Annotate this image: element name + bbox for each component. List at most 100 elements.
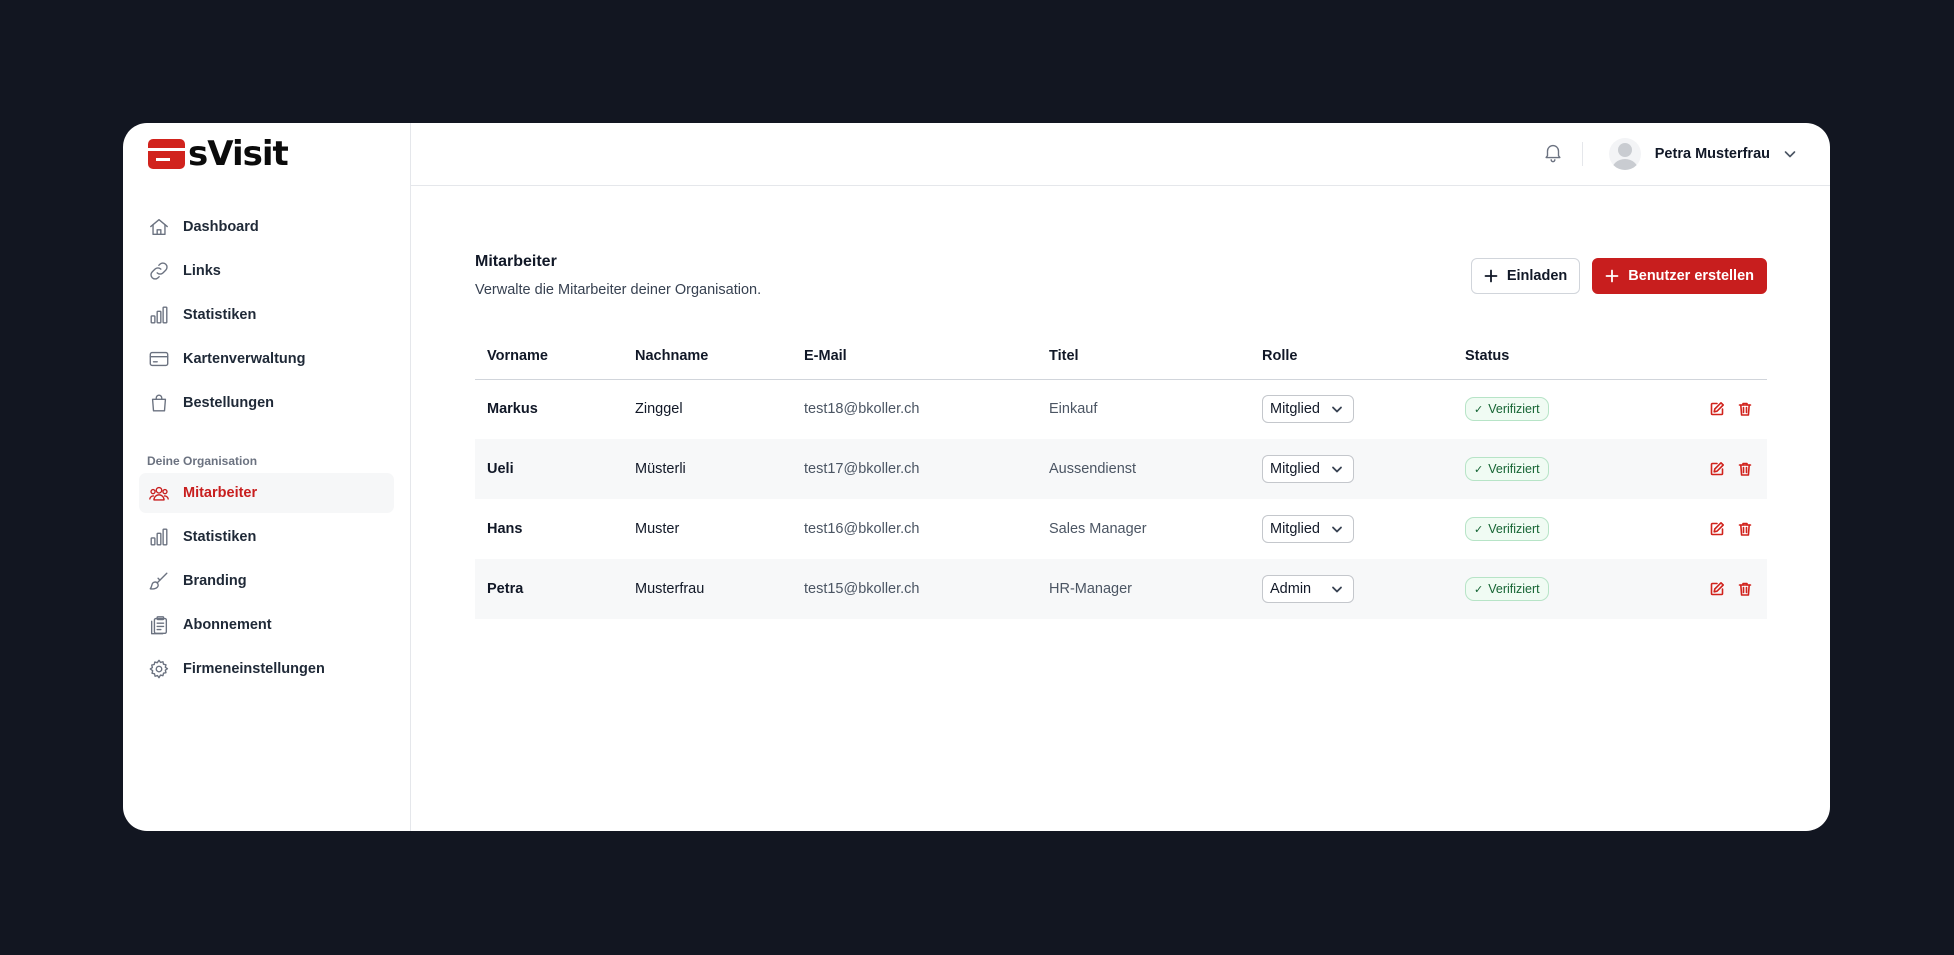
trash-icon[interactable] [1737, 581, 1753, 597]
sidebar-item-abonnement[interactable]: Abonnement [139, 605, 394, 645]
edit-icon[interactable] [1709, 581, 1725, 597]
role-select-value: Mitglied [1270, 401, 1320, 418]
sidebar-item-branding[interactable]: Branding [139, 561, 394, 601]
logo[interactable]: sVisit [148, 134, 289, 174]
column-header-vorname[interactable]: Vorname [475, 333, 623, 380]
sidebar-item-dashboard[interactable]: Dashboard [139, 207, 394, 247]
trash-icon[interactable] [1737, 401, 1753, 417]
table-row: Markus Zinggel test18@bkoller.ch Einkauf… [475, 379, 1767, 439]
trash-icon[interactable] [1737, 461, 1753, 477]
chevron-down-icon [1332, 526, 1342, 533]
org-nav: Mitarbeiter Statistiken Branding Abonnem… [139, 473, 394, 693]
sidebar-item-label: Links [183, 263, 221, 279]
plus-icon [1605, 269, 1619, 283]
chevron-down-icon [1782, 146, 1798, 162]
role-select-value: Mitglied [1270, 461, 1320, 477]
cell-email: test15@bkoller.ch [792, 559, 1037, 619]
cell-titel: HR-Manager [1037, 559, 1250, 619]
cell-actions [1623, 439, 1767, 499]
clipboard-icon [147, 613, 171, 637]
plus-icon [1484, 269, 1498, 283]
sidebar-item-label: Kartenverwaltung [183, 351, 306, 367]
sidebar-item-statistiken[interactable]: Statistiken [139, 295, 394, 335]
bar-chart-icon [147, 303, 171, 327]
cell-vorname: Hans [487, 521, 523, 537]
user-name: Petra Musterfrau [1654, 146, 1770, 162]
users-icon [147, 481, 171, 505]
home-icon [147, 215, 171, 239]
table-row: Petra Musterfrau test15@bkoller.ch HR-Ma… [475, 559, 1767, 619]
cell-nachname: Müsterli [623, 439, 792, 499]
brush-icon [147, 569, 171, 593]
bell-icon[interactable] [1542, 141, 1564, 163]
role-select[interactable]: Admin [1262, 575, 1354, 603]
role-select[interactable]: Mitglied [1262, 395, 1354, 424]
check-icon: ✓ [1474, 583, 1484, 596]
app-window: sVisit Dashboard Links Statistiken Karte… [123, 123, 1830, 831]
edit-icon[interactable] [1709, 461, 1725, 477]
table-row: Hans Muster test16@bkoller.ch Sales Mana… [475, 499, 1767, 559]
cell-actions [1623, 559, 1767, 619]
column-header-status[interactable]: Status [1453, 333, 1623, 380]
main-nav: Dashboard Links Statistiken Kartenverwal… [139, 207, 394, 427]
logo-text: sVisit [188, 134, 289, 174]
column-header-actions [1623, 333, 1767, 380]
sidebar-item-label: Mitarbeiter [183, 485, 258, 501]
cell-status: ✓ Verifiziert [1453, 499, 1623, 559]
cell-rolle: Mitglied [1250, 499, 1453, 559]
sidebar-item-bestellungen[interactable]: Bestellungen [139, 383, 394, 423]
sidebar-item-firmeneinstellungen[interactable]: Firmeneinstellungen [139, 649, 394, 689]
sidebar: sVisit Dashboard Links Statistiken Karte… [123, 123, 411, 831]
gear-icon [147, 657, 171, 681]
employees-table: Vorname Nachname E-Mail Titel Rolle Stat… [475, 333, 1767, 619]
column-header-email[interactable]: E-Mail [792, 333, 1037, 380]
status-badge-label: Verifiziert [1488, 522, 1540, 536]
invite-button-label: Einladen [1506, 268, 1568, 284]
page-subtitle: Verwalte die Mitarbeiter deiner Organisa… [475, 282, 762, 298]
cell-rolle: Mitglied [1250, 439, 1453, 499]
role-select-value: Admin [1270, 581, 1312, 597]
cell-email: test18@bkoller.ch [804, 401, 920, 418]
column-header-nachname[interactable]: Nachname [623, 333, 792, 380]
cell-actions [1623, 379, 1767, 439]
sidebar-item-kartenverwaltung[interactable]: Kartenverwaltung [139, 339, 394, 379]
edit-icon[interactable] [1709, 521, 1725, 537]
role-select[interactable]: Mitglied [1262, 515, 1354, 543]
page-title: Mitarbeiter [475, 253, 557, 270]
cell-vorname: Petra [475, 559, 623, 619]
sidebar-item-label: Bestellungen [183, 395, 275, 411]
user-menu[interactable]: Petra Musterfrau [1608, 136, 1798, 172]
create-user-button-label: Benutzer erstellen [1628, 268, 1754, 284]
status-badge-label: Verifiziert [1488, 582, 1540, 596]
cell-status: ✓ Verifiziert [1453, 379, 1623, 439]
cell-nachname: Zinggel [635, 401, 683, 418]
cell-titel: Sales Manager [1049, 521, 1147, 537]
cell-email: test16@bkoller.ch [804, 521, 920, 537]
table-header-row: Vorname Nachname E-Mail Titel Rolle Stat… [475, 333, 1767, 380]
role-select[interactable]: Mitglied [1262, 455, 1354, 483]
column-header-rolle[interactable]: Rolle [1250, 333, 1453, 380]
main-area: Petra Musterfrau Mitarbeiter Verwalte di… [411, 123, 1830, 831]
chevron-down-icon [1332, 406, 1342, 413]
bar-chart-icon [147, 525, 171, 549]
edit-icon[interactable] [1709, 401, 1725, 417]
cell-rolle: Mitglied [1250, 379, 1453, 439]
create-user-button[interactable]: Benutzer erstellen [1592, 258, 1767, 294]
status-badge: ✓ Verifiziert [1465, 517, 1549, 541]
credit-card-icon [147, 347, 171, 371]
sidebar-item-links[interactable]: Links [139, 251, 394, 291]
check-icon: ✓ [1474, 523, 1484, 536]
invite-button[interactable]: Einladen [1470, 258, 1581, 294]
trash-icon[interactable] [1737, 521, 1753, 537]
status-badge-label: Verifiziert [1488, 402, 1540, 417]
cell-vorname: Ueli [475, 439, 623, 499]
column-header-titel[interactable]: Titel [1037, 333, 1250, 380]
sidebar-item-label: Statistiken [183, 307, 257, 323]
chevron-down-icon [1332, 586, 1342, 593]
sidebar-item-label: Dashboard [183, 219, 259, 235]
sidebar-item-label: Branding [183, 573, 247, 589]
page-actions: Einladen Benutzer erstellen [1470, 258, 1767, 294]
sidebar-item-org-statistiken[interactable]: Statistiken [139, 517, 394, 557]
sidebar-item-mitarbeiter[interactable]: Mitarbeiter [139, 473, 394, 513]
cell-status: ✓ Verifiziert [1453, 559, 1623, 619]
